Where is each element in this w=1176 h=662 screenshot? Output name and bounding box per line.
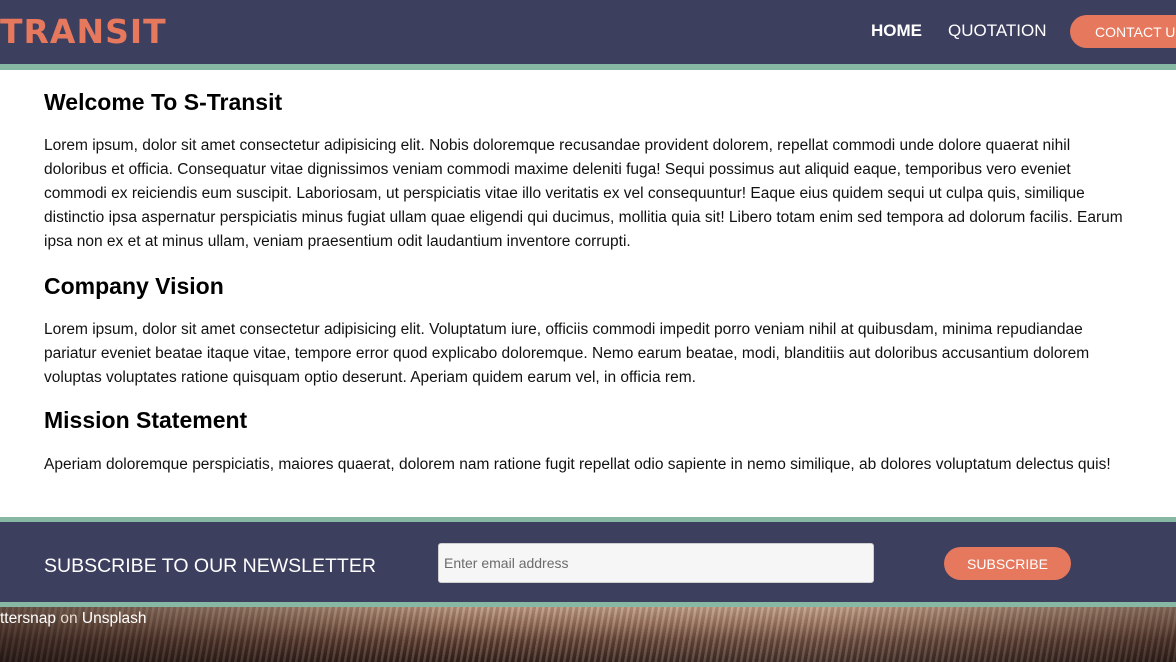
welcome-heading: Welcome To S-Transit bbox=[44, 89, 283, 115]
photo-author-link[interactable]: ttersnap bbox=[0, 610, 56, 627]
newsletter-title: SUBSCRIBE TO OUR NEWSLETTER bbox=[44, 555, 376, 577]
photo-overlay bbox=[0, 607, 1176, 662]
photo-credit-on: on bbox=[60, 610, 78, 627]
newsletter-email-input[interactable] bbox=[438, 543, 874, 583]
mission-paragraph: Aperiam doloremque perspiciatis, maiores… bbox=[44, 456, 1111, 473]
vision-heading: Company Vision bbox=[44, 273, 224, 299]
mission-heading: Mission Statement bbox=[44, 407, 248, 433]
nav-quotation-link[interactable]: QUOTATION bbox=[948, 21, 1047, 41]
vision-paragraph: Lorem ipsum, dolor sit amet consectetur … bbox=[44, 321, 1090, 386]
site-logo[interactable]: TRANSIT bbox=[0, 12, 167, 51]
subscribe-button[interactable]: SUBSCRIBE bbox=[944, 547, 1071, 580]
newsletter-section: SUBSCRIBE TO OUR NEWSLETTER SUBSCRIBE bbox=[0, 517, 1176, 607]
photo-credit: ttersnap on Unsplash bbox=[0, 610, 147, 628]
unsplash-link[interactable]: Unsplash bbox=[82, 610, 147, 627]
contact-us-button[interactable]: CONTACT US bbox=[1070, 15, 1176, 48]
welcome-paragraph: Lorem ipsum, dolor sit amet consectetur … bbox=[44, 137, 1123, 250]
hero-photo: ttersnap on Unsplash bbox=[0, 607, 1176, 662]
nav-home-link[interactable]: HOME bbox=[871, 21, 922, 41]
site-header: TRANSIT HOME QUOTATION CONTACT US bbox=[0, 0, 1176, 70]
